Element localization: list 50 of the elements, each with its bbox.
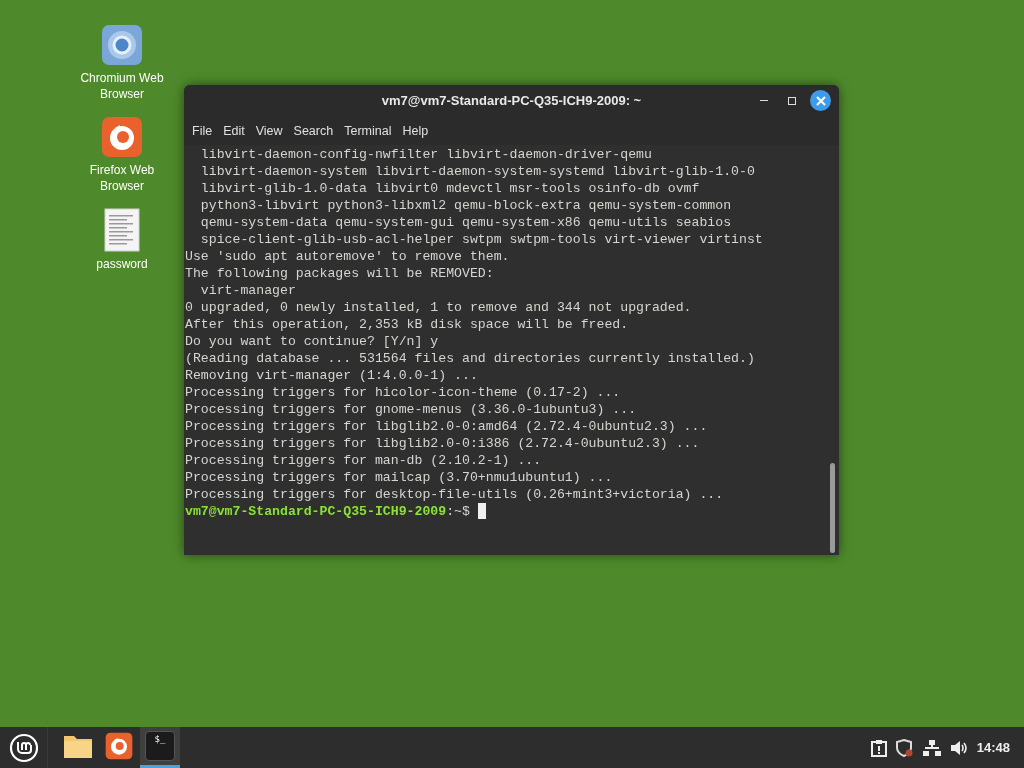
- terminal-line: libvirt-daemon-system libvirt-daemon-system-systemd libvirt-glib-1.0-0: [199, 163, 755, 180]
- logo-icon: [8, 732, 39, 763]
- terminal-line: Processing triggers for hicolor-icon-theme (0.17-2) ...: [185, 384, 621, 401]
- terminal-line: qemu-system-data qemu-system-gui qemu-system-x86 qemu-utils seabios: [199, 214, 732, 231]
- prompt-user: vm7@vm7-Standard-PC-Q35-ICH9-2009: [185, 503, 447, 520]
- prompt-path: :~$: [446, 503, 470, 520]
- menu-item[interactable]: File: [188, 121, 217, 141]
- window-title: vm7@vm7-Standard-PC-Q35-ICH9-2009: ~: [381, 92, 642, 111]
- terminal-line: python3-libvirt python3-libxml2 qemu-block-extra qemu-system-common: [199, 197, 732, 214]
- menu-item[interactable]: Edit: [219, 121, 249, 141]
- terminal-line: (Reading database ... 531564 files and directories currently installed.): [185, 350, 755, 367]
- desktop-icon-label[interactable]: Firefox Web Browser: [67, 162, 177, 194]
- terminal-line: 0 upgraded, 0 newly installed, 1 to remove and 344 not upgraded.: [185, 299, 692, 316]
- terminal-line: Do you want to continue? [Y/n] y: [185, 333, 439, 350]
- terminal-line: Processing triggers for gnome-menus (3.36.0-1ubuntu3) ...: [185, 401, 637, 418]
- clock[interactable]: 14:48: [976, 737, 1010, 758]
- document-icon: [104, 208, 140, 252]
- globe-icon: [101, 24, 143, 66]
- terminal-line: Processing triggers for libglib2.0-0:i386 (2.72.4-0ubuntu2.3) ...: [185, 435, 700, 452]
- taskbar-app-button[interactable]: $_: [140, 727, 180, 768]
- menu-item[interactable]: Search: [289, 121, 338, 141]
- desktop-icon-label[interactable]: password: [67, 256, 177, 272]
- terminal-line: Removing virt-manager (1:4.0.0-1) ...: [185, 367, 478, 384]
- terminal-line: Processing triggers for libglib2.0-0:amd64 (2.72.4-0ubuntu2.3) ...: [185, 418, 708, 435]
- terminal-line: After this operation, 2,353 kB disk space will be freed.: [185, 316, 629, 333]
- terminal-icon: $_: [145, 731, 175, 761]
- network-icon: [922, 739, 941, 756]
- text-cursor: [477, 503, 486, 519]
- terminal-line: libvirt-daemon-config-nwfilter libvirt-daemon-driver-qemu: [199, 146, 652, 163]
- volume-icon: [949, 739, 968, 756]
- terminal-line: Processing triggers for man-db (2.10.2-1) ...: [185, 452, 542, 469]
- close-button[interactable]: [810, 90, 831, 111]
- fox-icon: [101, 116, 143, 158]
- terminal-line: virt-manager: [199, 282, 296, 299]
- terminal-line: The following packages will be REMOVED:: [185, 265, 494, 282]
- terminal-line: Use 'sudo apt autoremove' to remove them.: [185, 248, 510, 265]
- folder-icon: [63, 733, 93, 759]
- menu-item[interactable]: Terminal: [340, 121, 396, 141]
- menu-item[interactable]: Help: [398, 121, 433, 141]
- terminal-line: spice-client-glib-usb-acl-helper swtpm swtpm-tools virt-viewer virtinst: [199, 231, 763, 248]
- menu-item[interactable]: View: [251, 121, 287, 141]
- scrollbar-thumb[interactable]: [830, 463, 835, 553]
- terminal-line: Processing triggers for mailcap (3.70+nmu1ubuntu1) ...: [185, 469, 613, 486]
- close-icon: [815, 95, 826, 106]
- clipboard-icon: [870, 738, 887, 757]
- fox-icon: [105, 732, 133, 760]
- desktop-icon-label[interactable]: Chromium Web Browser: [67, 70, 177, 102]
- shield-icon: [895, 738, 914, 757]
- terminal-line: libvirt-glib-1.0-data libvirt0 mdevctl msr-tools osinfo-db ovmf: [199, 180, 700, 197]
- terminal-line: Processing triggers for desktop-file-utils (0.26+mint3+victoria) ...: [185, 486, 724, 503]
